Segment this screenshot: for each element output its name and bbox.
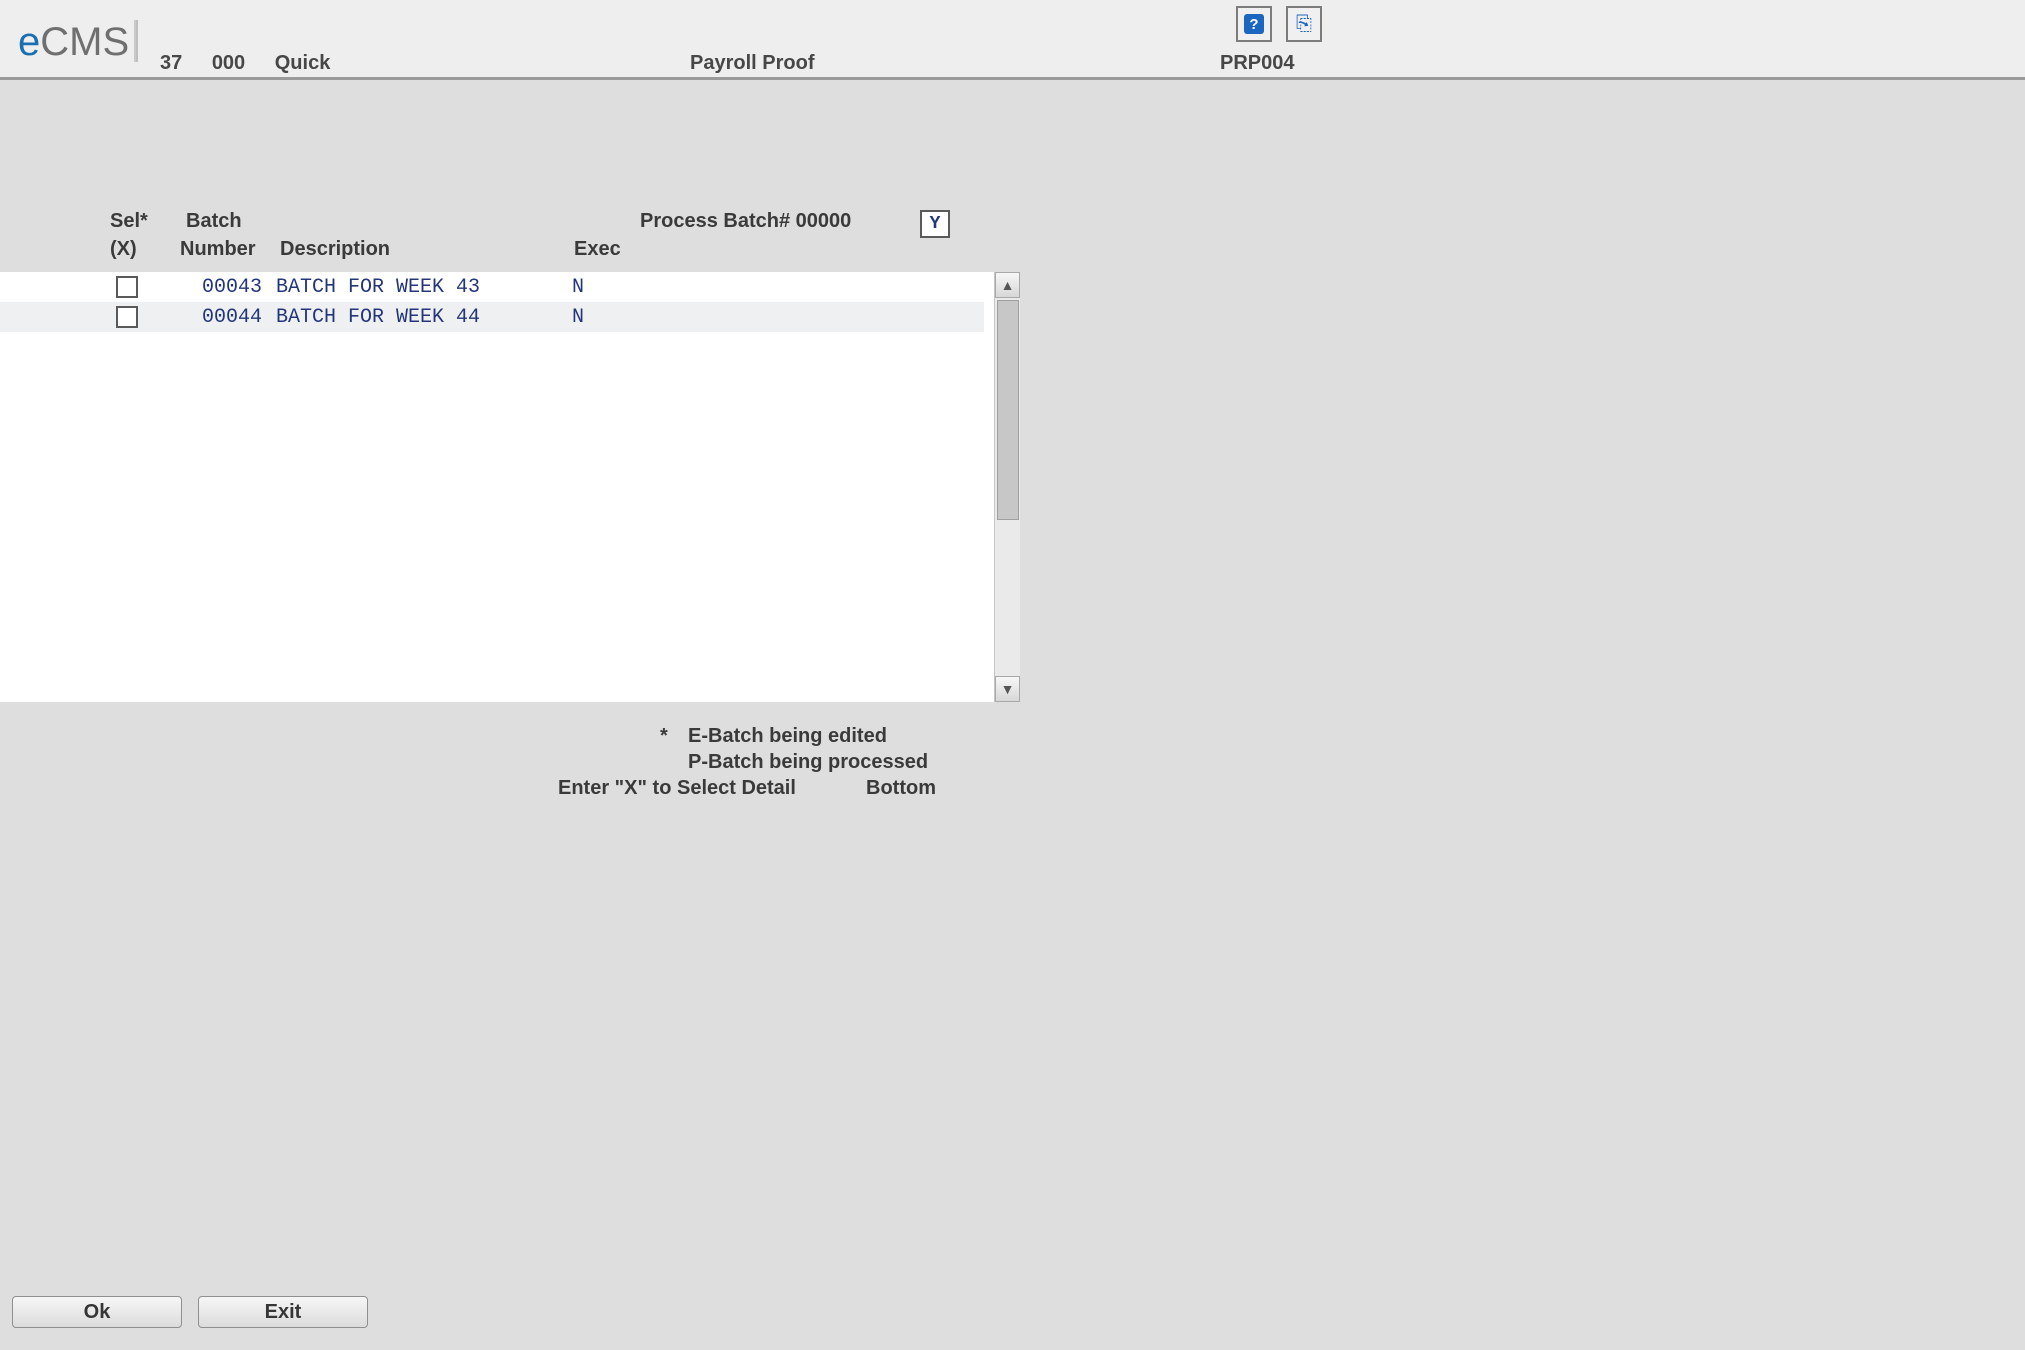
screen-code: PRP004 [1220,52,1295,75]
col-header-sel-top: Sel* [110,210,148,233]
scroll-thumb[interactable] [997,300,1019,520]
legend-bottom: Bottom [866,777,936,800]
export-icon: ⎘ [1296,13,1312,36]
scroll-down-button[interactable]: ▼ [995,676,1020,702]
breadcrumb: 37 000 Quick [160,52,354,75]
cell-description: BATCH FOR WEEK 43 [276,276,572,299]
col-header-batch-bot: Number [180,238,256,261]
logo-cms: CMS [40,20,129,64]
logo-separator [134,20,138,62]
cell-exec: N [572,306,632,329]
table-row: 00044BATCH FOR WEEK 44N [0,302,984,332]
legend-line-1: E-Batch being edited [688,725,887,748]
process-batch-input[interactable]: Y [920,210,950,238]
bottom-button-bar: Ok Exit [12,1296,368,1328]
exit-button[interactable]: Exit [198,1296,368,1328]
legend-line-2: P-Batch being processed [688,751,928,774]
legend-star: * [660,725,668,748]
page-title: Payroll Proof [690,52,814,75]
ok-button[interactable]: Ok [12,1296,182,1328]
cell-batch-number: 00044 [176,306,276,329]
table-row: 00043BATCH FOR WEEK 43N [0,272,984,302]
export-button[interactable]: ⎘ [1286,6,1322,42]
col-header-exec: Exec [574,238,621,261]
crumb-profile: Quick [275,52,331,74]
cell-batch-number: 00043 [176,276,276,299]
select-checkbox[interactable] [116,306,138,328]
help-icon: ? [1244,14,1264,34]
cell-exec: N [572,276,632,299]
batch-grid: 00043BATCH FOR WEEK 43N00044BATCH FOR WE… [0,272,1020,702]
col-header-description: Description [280,238,390,261]
app-logo: eCMS [18,20,129,65]
select-checkbox[interactable] [116,276,138,298]
col-header-batch-top: Batch [186,210,242,233]
grid-scrollbar[interactable]: ▲ ▼ [994,272,1020,702]
col-header-sel-bot: (X) [110,238,137,261]
label-process-batch: Process Batch# 00000 [640,210,851,233]
crumb-code-2: 000 [212,52,245,74]
crumb-code-1: 37 [160,52,182,74]
top-banner: eCMS 37 000 Quick Payroll Proof PRP004 ?… [0,0,2025,80]
cell-description: BATCH FOR WEEK 44 [276,306,572,329]
logo-e: e [18,20,40,64]
help-button[interactable]: ? [1236,6,1272,42]
legend-enter-hint: Enter "X" to Select Detail [558,777,796,800]
scroll-up-button[interactable]: ▲ [995,272,1020,298]
